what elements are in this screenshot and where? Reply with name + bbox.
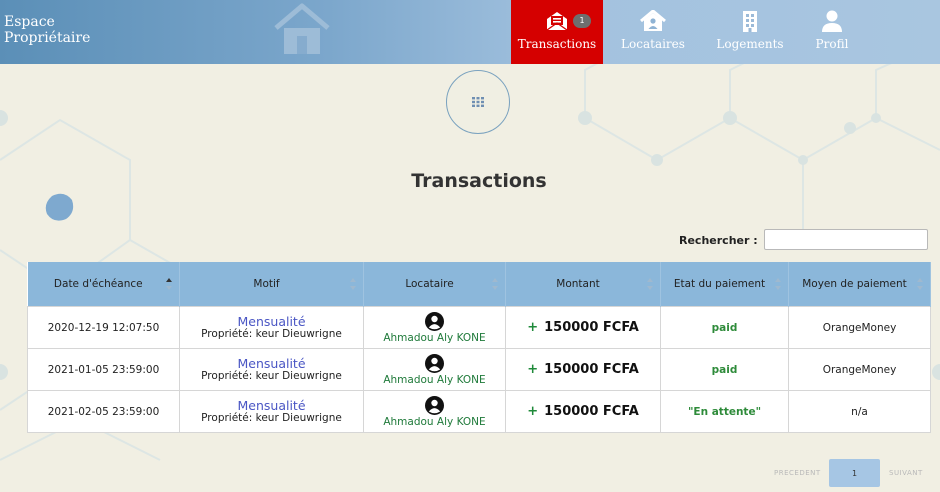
amount-value: 150000 FCFA — [544, 320, 639, 335]
sort-icon — [775, 278, 781, 290]
column-header-moyen[interactable]: Moyen de paiement — [788, 262, 931, 307]
cell-locataire: Ahmadou Aly KONE — [363, 306, 506, 349]
motif-link[interactable]: Mensualité — [184, 357, 359, 370]
grid-menu-button[interactable] — [446, 70, 510, 134]
nav-logements[interactable]: Logements — [712, 0, 788, 64]
motif-link[interactable]: Mensualité — [184, 399, 359, 412]
nav-logements-label: Logements — [716, 37, 784, 51]
cell-date: 2021-01-05 23:59:00 — [27, 348, 180, 391]
user-circle-icon — [425, 395, 444, 415]
property-text: Propriété: keur Dieuwrigne — [201, 412, 342, 424]
column-header-motif-label: Motif — [253, 278, 280, 290]
cell-motif: Mensualité Propriété: keur Dieuwrigne — [179, 390, 364, 433]
sort-icon — [917, 278, 923, 290]
amount-value: 150000 FCFA — [544, 362, 639, 377]
cell-montant: +150000 FCFA — [505, 348, 661, 391]
pagination-page-1[interactable]: 1 — [829, 459, 880, 487]
sort-ascending-icon — [166, 278, 172, 290]
amount-sign: + — [527, 404, 539, 419]
property-text: Propriété: keur Dieuwrigne — [201, 370, 342, 382]
property-text: Propriété: keur Dieuwrigne — [201, 328, 342, 340]
nav-locataires-icon-wrap — [640, 9, 666, 33]
house-watermark-icon — [274, 3, 330, 54]
grid-icon — [472, 97, 484, 107]
column-header-moyen-label: Moyen de paiement — [802, 278, 907, 290]
amount-value: 150000 FCFA — [544, 404, 639, 419]
column-header-date-label: Date d'échéance — [53, 278, 143, 290]
envelope-list-icon — [546, 12, 568, 31]
status-badge: "En attente" — [687, 405, 762, 418]
amount-sign: + — [527, 320, 539, 335]
page-title: Transactions — [411, 170, 547, 192]
tenant-name[interactable]: Ahmadou Aly KONE — [368, 416, 501, 428]
table-row: 2020-12-19 12:07:50 Mensualité Propriété… — [27, 306, 931, 349]
notification-badge: 1 — [573, 14, 591, 28]
cell-montant: +150000 FCFA — [505, 306, 661, 349]
user-circle-icon — [425, 311, 444, 331]
building-icon — [743, 11, 757, 32]
nav-transactions-icon-wrap: 1 — [545, 9, 591, 33]
brand-line-1: Espace — [4, 14, 55, 30]
column-header-etat[interactable]: Etat du paiement — [660, 262, 789, 307]
column-header-date[interactable]: Date d'échéance — [27, 262, 180, 307]
nav-profil[interactable]: Profil — [800, 0, 864, 64]
column-header-motif[interactable]: Motif — [179, 262, 364, 307]
nav-transactions-label: Transactions — [517, 37, 597, 51]
cell-etat: "En attente" — [660, 390, 789, 433]
cell-date: 2020-12-19 12:07:50 — [27, 306, 180, 349]
sort-icon — [492, 278, 498, 290]
column-header-montant-label: Montant — [556, 278, 600, 290]
transactions-table: Date d'échéance Motif Locataire Montant — [27, 262, 931, 433]
tenant-name[interactable]: Ahmadou Aly KONE — [368, 374, 501, 386]
brand-line-2: Propriétaire — [4, 30, 91, 46]
nav-transactions[interactable]: 1 Transactions — [511, 0, 603, 64]
motif-link[interactable]: Mensualité — [184, 315, 359, 328]
pagination-page-label: 1 — [851, 468, 858, 478]
table-row: 2021-01-05 23:59:00 Mensualité Propriété… — [27, 348, 931, 391]
user-icon — [822, 10, 842, 32]
sort-icon — [647, 278, 653, 290]
nav-logements-icon-wrap — [741, 9, 759, 33]
cell-etat: paid — [660, 306, 789, 349]
table-row: 2021-02-05 23:59:00 Mensualité Propriété… — [27, 390, 931, 433]
pagination-next[interactable]: SUIVANT — [889, 469, 923, 477]
column-header-locataire[interactable]: Locataire — [363, 262, 506, 307]
status-badge: paid — [711, 321, 738, 334]
cell-moyen: n/a — [788, 390, 931, 433]
column-header-etat-label: Etat du paiement — [673, 278, 766, 290]
user-circle-icon — [425, 353, 444, 373]
nav-profil-label: Profil — [815, 37, 849, 51]
cell-date: 2021-02-05 23:59:00 — [27, 390, 180, 433]
sort-icon — [350, 278, 356, 290]
tenant-name[interactable]: Ahmadou Aly KONE — [368, 332, 501, 344]
cell-motif: Mensualité Propriété: keur Dieuwrigne — [179, 306, 364, 349]
cell-motif: Mensualité Propriété: keur Dieuwrigne — [179, 348, 364, 391]
cell-montant: +150000 FCFA — [505, 390, 661, 433]
status-badge: paid — [711, 363, 738, 376]
nav-locataires[interactable]: Locataires — [615, 0, 691, 64]
nav-profil-icon-wrap — [821, 9, 843, 33]
brand-title[interactable]: Espace Propriétaire — [4, 14, 114, 46]
cell-moyen: OrangeMoney — [788, 348, 931, 391]
cell-moyen: OrangeMoney — [788, 306, 931, 349]
table-header-row: Date d'échéance Motif Locataire Montant — [27, 262, 931, 307]
column-header-locataire-label: Locataire — [405, 278, 454, 290]
search-label: Rechercher : — [679, 234, 758, 247]
top-navigation-bar: Espace Propriétaire 1 Transactions Locat… — [0, 0, 940, 64]
cell-etat: paid — [660, 348, 789, 391]
house-user-icon — [640, 10, 666, 31]
search-input[interactable] — [764, 229, 928, 250]
cell-locataire: Ahmadou Aly KONE — [363, 390, 506, 433]
column-header-montant[interactable]: Montant — [505, 262, 661, 307]
pagination-previous[interactable]: PRECEDENT — [774, 469, 821, 477]
decorative-blob — [45, 193, 74, 221]
nav-locataires-label: Locataires — [621, 37, 685, 51]
amount-sign: + — [527, 362, 539, 377]
cell-locataire: Ahmadou Aly KONE — [363, 348, 506, 391]
